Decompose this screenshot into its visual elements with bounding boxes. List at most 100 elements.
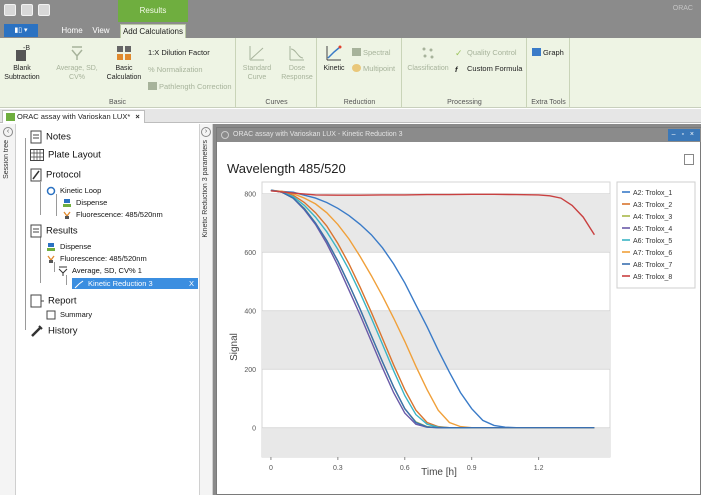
- tree-connector: [40, 182, 41, 215]
- session-tree-label: Session tree: [3, 140, 10, 179]
- ribbon-group-reduction: Kinetic Spectral Multipoint Reduction: [318, 38, 402, 108]
- tree-item-fluorescence[interactable]: Fluorescence: 485/520nm: [62, 210, 163, 220]
- blank-subtraction-button[interactable]: -B Blank Subtraction: [2, 44, 42, 82]
- tree-item-plate-layout[interactable]: Plate Layout: [30, 149, 101, 161]
- ribbon-group-basic: -B Blank Subtraction Average, SD, CV% Ba…: [0, 38, 236, 108]
- custom-formula-button[interactable]: f Custom Formula: [455, 64, 522, 74]
- x-tick-label: 0.9: [467, 465, 477, 472]
- x-tick-label: 0.3: [333, 465, 343, 472]
- dose-response-icon: [289, 46, 304, 61]
- chart-window-titlebar[interactable]: ORAC assay with Varioskan LUX - Kinetic …: [217, 128, 701, 142]
- file-menu-button[interactable]: ▮▯ ▾: [4, 24, 38, 37]
- graph-button[interactable]: Graph: [532, 48, 564, 57]
- legend-entry: A5: Trolox_4: [633, 226, 672, 233]
- y-tick-label: 800: [244, 192, 256, 199]
- open-folder-icon[interactable]: [21, 4, 33, 16]
- dose-response-button[interactable]: Dose Response: [279, 44, 315, 82]
- tree-item-protocol[interactable]: Protocol: [30, 168, 81, 182]
- tab-view[interactable]: View: [88, 24, 114, 38]
- plate-layout-icon: [30, 149, 44, 161]
- session-tree-toggle-bar[interactable]: ‹ Session tree: [0, 124, 16, 495]
- signal-chart: 0 200 400 600 800 0 0.3 0.6 0.9 1.2 Signal Time […: [229, 181, 696, 478]
- tab-add-calculations[interactable]: Add Calculations: [120, 24, 186, 38]
- tree-item-results-fluorescence[interactable]: Fluorescence: 485/520nm: [46, 254, 147, 264]
- pathlength-icon: [148, 82, 157, 90]
- results-icon: [30, 224, 42, 238]
- kinetic-icon: [74, 280, 84, 288]
- pathlength-correction-button[interactable]: Pathlength Correction: [148, 82, 232, 91]
- legend-entry: A9: Trolox_8: [633, 274, 672, 281]
- tree-item-kinetic-reduction[interactable]: Kinetic Reduction 3 X: [72, 278, 198, 289]
- app-title: ORAC: [672, 5, 693, 12]
- summary-icon: [46, 310, 56, 320]
- tree-item-results[interactable]: Results: [30, 224, 78, 238]
- parameters-toggle-bar[interactable]: › Kinetic Reduction 3 parameters: [200, 124, 213, 495]
- tree-connector: [40, 237, 41, 283]
- grid-band: [262, 427, 610, 457]
- tree-item-results-dispense[interactable]: Dispense: [46, 242, 91, 252]
- document-tab[interactable]: ORAC assay with Varioskan LUX* ×: [2, 110, 145, 123]
- tree-item-kinetic-loop[interactable]: Kinetic Loop: [46, 186, 101, 196]
- ribbon: -B Blank Subtraction Average, SD, CV% Ba…: [0, 38, 701, 108]
- save-icon[interactable]: [38, 4, 50, 16]
- document-tab-strip: ORAC assay with Varioskan LUX* ×: [0, 109, 701, 123]
- ribbon-group-processing: Classification ✓ Quality Control f Custom …: [403, 38, 527, 108]
- quality-control-button[interactable]: ✓ Quality Control: [455, 48, 517, 58]
- tree-connector: [66, 275, 67, 285]
- kinetic-icon: [326, 45, 342, 61]
- average-icon: [58, 266, 68, 277]
- settings-icon[interactable]: [4, 4, 16, 16]
- window-control-buttons[interactable]: – ▫ ×: [667, 129, 700, 141]
- average-icon: [71, 46, 83, 60]
- group-label-extra-tools: Extra Tools: [531, 99, 566, 106]
- tree-item-dispense[interactable]: Dispense: [62, 198, 107, 208]
- tree-item-report[interactable]: Report: [30, 294, 77, 308]
- ribbon-tab-row: ▮▯ ▾ Home View Add Calculations: [0, 22, 701, 38]
- normalization-button[interactable]: % Normalization: [148, 65, 203, 74]
- standard-curve-button[interactable]: Standard Curve: [239, 44, 275, 82]
- collapse-left-icon[interactable]: ‹: [3, 127, 13, 137]
- chart-legend: A2: Trolox_1 A3: Trolox_2 A4: Trolox_3 A5: …: [616, 181, 696, 289]
- history-icon: [31, 325, 43, 337]
- fluorescence-icon: [47, 255, 55, 264]
- multipoint-button[interactable]: Multipoint: [352, 64, 395, 73]
- spectral-icon: [352, 48, 361, 56]
- formula-icon: f: [455, 65, 458, 74]
- blank-subtraction-icon: -B: [16, 45, 30, 61]
- remove-calculation-button[interactable]: X: [189, 278, 194, 289]
- expand-right-icon[interactable]: ›: [201, 127, 211, 137]
- group-label-processing: Processing: [447, 99, 482, 106]
- window-icon: [221, 131, 229, 139]
- x-tick-label: 1.2: [534, 465, 544, 472]
- legend-entry: A3: Trolox_2: [633, 202, 672, 209]
- protocol-icon: [30, 168, 42, 182]
- y-tick-label: 400: [244, 309, 256, 316]
- parameters-label: Kinetic Reduction 3 parameters: [202, 140, 209, 238]
- close-tab-icon[interactable]: ×: [135, 112, 139, 121]
- average-sd-cv-button[interactable]: Average, SD, CV%: [52, 44, 102, 82]
- tree-item-average[interactable]: Average, SD, CV% 1: [58, 266, 142, 277]
- tab-home[interactable]: Home: [58, 24, 86, 38]
- checkmark-icon: ✓: [455, 48, 463, 58]
- graph-icon: [532, 48, 541, 56]
- kinetic-button[interactable]: Kinetic: [320, 44, 348, 73]
- fluorescence-icon: [63, 211, 71, 220]
- standard-curve-icon: [249, 46, 264, 61]
- tree-item-notes[interactable]: Notes: [30, 130, 71, 144]
- group-label-basic: Basic: [108, 99, 127, 106]
- y-tick-label: 200: [244, 367, 256, 374]
- multipoint-icon: [352, 64, 361, 72]
- classification-button[interactable]: Classification: [405, 44, 451, 73]
- spectral-button[interactable]: Spectral: [352, 48, 391, 57]
- tree-item-history[interactable]: History: [30, 324, 78, 338]
- y-axis-label: Signal: [229, 333, 240, 361]
- tree-item-summary[interactable]: Summary: [46, 310, 92, 320]
- dispense-icon: [47, 243, 55, 252]
- calculator-icon: [117, 46, 131, 60]
- y-tick-label: 600: [244, 250, 256, 257]
- dilution-factor-button[interactable]: 1:X Dilution Factor: [148, 48, 210, 57]
- tree-connector: [25, 138, 26, 330]
- grid-band: [262, 310, 610, 370]
- basic-calculation-button[interactable]: Basic Calculation: [104, 44, 144, 82]
- notes-icon: [30, 130, 42, 144]
